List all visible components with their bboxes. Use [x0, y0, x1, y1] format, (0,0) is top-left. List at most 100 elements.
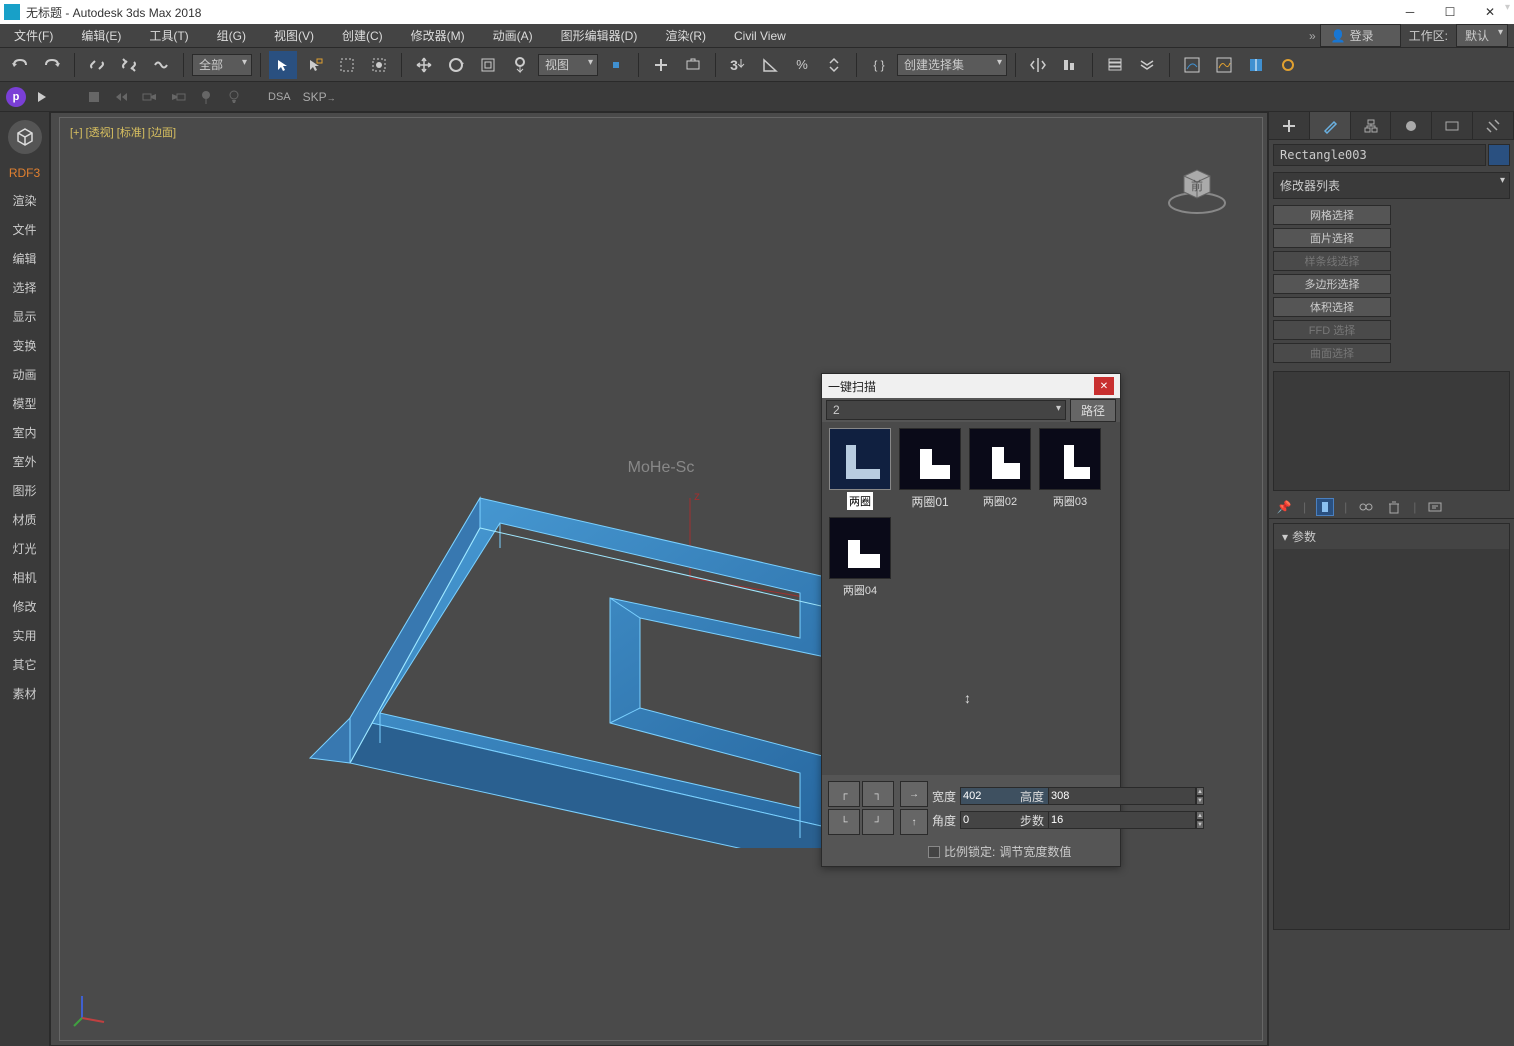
corner-bl-button[interactable]: └ — [828, 809, 860, 835]
menu-render[interactable]: 渲染(R) — [651, 24, 720, 47]
plugin-badge[interactable]: p — [6, 87, 26, 107]
sidebar-item-anim[interactable]: 动画 — [8, 360, 40, 389]
steps-spinner[interactable]: ▲▼ — [1048, 811, 1104, 829]
dialog-path-button[interactable]: 路径 — [1070, 399, 1116, 422]
sel-patch-button[interactable]: 面片选择 — [1273, 228, 1391, 248]
login-button[interactable]: 👤 登录 — [1320, 24, 1401, 47]
schematic-view-button[interactable] — [1210, 51, 1238, 79]
placement-button[interactable] — [506, 51, 534, 79]
object-color-swatch[interactable] — [1488, 144, 1510, 166]
viewport[interactable]: [+] [透视] [标准] [边面] MoHe-Sc 前 z — [50, 112, 1268, 1046]
overflow-icon[interactable]: » — [1305, 29, 1320, 43]
view-cube[interactable]: 前 — [1162, 148, 1232, 218]
stop-button[interactable] — [82, 85, 106, 109]
tab-display[interactable] — [1432, 112, 1473, 139]
keyboard-shortcut-button[interactable] — [679, 51, 707, 79]
profile-tile-2[interactable]: 两圈02 — [968, 428, 1032, 511]
sidebar-item-shapes[interactable]: 图形 — [8, 476, 40, 505]
snap-toggle-button[interactable]: 3 — [724, 51, 752, 79]
ribbon-toggle-button[interactable] — [1133, 51, 1161, 79]
corner-tr-button[interactable]: ┐ — [862, 781, 894, 807]
angle-snap-button[interactable] — [756, 51, 784, 79]
percent-snap-button[interactable]: % — [788, 51, 816, 79]
configure-sets-button[interactable] — [1426, 498, 1444, 516]
unlink-button[interactable] — [115, 51, 143, 79]
tab-hierarchy[interactable] — [1351, 112, 1392, 139]
pin-stack-button[interactable]: 📌 — [1275, 498, 1293, 516]
viewport-label[interactable]: [+] [透视] [标准] [边面] — [70, 124, 176, 140]
maximize-button[interactable]: ☐ — [1430, 0, 1470, 24]
undo-button[interactable] — [6, 51, 34, 79]
mirror-button[interactable] — [1024, 51, 1052, 79]
sidebar-item-other[interactable]: 其它 — [8, 650, 40, 679]
minimize-button[interactable]: ─ — [1390, 0, 1430, 24]
select-object-button[interactable] — [269, 51, 297, 79]
menu-graph[interactable]: 图形编辑器(D) — [547, 24, 652, 47]
sidebar-item-display[interactable]: 显示 — [8, 302, 40, 331]
sidebar-item-utility[interactable]: 实用 — [8, 621, 40, 650]
window-crossing-button[interactable] — [365, 51, 393, 79]
link-button[interactable] — [83, 51, 111, 79]
skp-button[interactable]: SKP→ — [299, 90, 340, 104]
sidebar-item-exterior[interactable]: 室外 — [8, 447, 40, 476]
cam-next-button[interactable] — [166, 85, 190, 109]
sel-mesh-button[interactable]: 网格选择 — [1273, 205, 1391, 225]
marker-button[interactable] — [194, 85, 218, 109]
dialog-close-button[interactable]: ✕ — [1094, 377, 1114, 395]
sidebar-logo[interactable] — [8, 120, 42, 154]
selection-filter[interactable]: 全部 — [192, 54, 252, 76]
sidebar-item-interior[interactable]: 室内 — [8, 418, 40, 447]
menu-tools[interactable]: 工具(T) — [135, 24, 202, 47]
menu-group[interactable]: 组(G) — [203, 24, 260, 47]
sidebar-item-model[interactable]: 模型 — [8, 389, 40, 418]
tab-modify[interactable] — [1310, 112, 1351, 139]
curve-editor-button[interactable] — [1178, 51, 1206, 79]
align-button[interactable] — [1056, 51, 1084, 79]
sidebar-item-file[interactable]: 文件 — [8, 215, 40, 244]
scale-button[interactable] — [474, 51, 502, 79]
menu-file[interactable]: 文件(F) — [0, 24, 67, 47]
select-region-rect-button[interactable] — [333, 51, 361, 79]
profile-tile-0[interactable]: 两圈 — [828, 428, 892, 511]
workspace-selector[interactable]: 默认 — [1456, 24, 1508, 47]
menu-anim[interactable]: 动画(A) — [479, 24, 547, 47]
menu-create[interactable]: 创建(C) — [328, 24, 397, 47]
object-name-input[interactable] — [1273, 144, 1486, 166]
tab-motion[interactable] — [1391, 112, 1432, 139]
sidebar-item-edit[interactable]: 编辑 — [8, 244, 40, 273]
bind-spacewarp-button[interactable] — [147, 51, 175, 79]
corner-tl-button[interactable]: ┌ — [828, 781, 860, 807]
arrow-right-button[interactable]: → — [900, 781, 928, 807]
dialog-titlebar[interactable]: 一键扫描 ✕ — [822, 374, 1120, 398]
angle-spinner[interactable]: ▲▼ — [960, 811, 1016, 829]
profile-tile-4[interactable]: 两圈04 — [828, 517, 892, 599]
named-selection-set[interactable]: 创建选择集 — [897, 54, 1007, 76]
render-setup-button[interactable] — [1274, 51, 1302, 79]
make-unique-button[interactable] — [1357, 498, 1375, 516]
ref-coord-system[interactable]: 视图 — [538, 54, 598, 76]
tab-utilities[interactable] — [1473, 112, 1514, 139]
arrow-up-button[interactable]: ↑ — [900, 809, 928, 835]
corner-br-button[interactable]: ┘ — [862, 809, 894, 835]
move-button[interactable] — [410, 51, 438, 79]
layer-manager-button[interactable] — [1101, 51, 1129, 79]
sel-volume-button[interactable]: 体积选择 — [1273, 297, 1391, 317]
dialog-category-select[interactable]: 2 — [826, 400, 1066, 420]
sidebar-item-select[interactable]: 选择 — [8, 273, 40, 302]
sel-poly-button[interactable]: 多边形选择 — [1273, 274, 1391, 294]
resize-handle-icon[interactable]: ↕ — [964, 690, 971, 706]
remove-modifier-button[interactable] — [1385, 498, 1403, 516]
height-spinner[interactable]: ▲▼ — [1048, 787, 1104, 805]
show-end-result-button[interactable] — [1316, 498, 1334, 516]
named-sel-edit-button[interactable]: { } — [865, 51, 893, 79]
params-rollout-header[interactable]: ▾ 参数 — [1274, 524, 1509, 549]
prev-key-button[interactable] — [110, 85, 134, 109]
lock-ratio-checkbox[interactable] — [928, 846, 940, 858]
sidebar-item-rdf3[interactable]: RDF3 — [5, 160, 44, 186]
sidebar-item-material[interactable]: 材质 — [8, 505, 40, 534]
sidebar-item-modify[interactable]: 修改 — [8, 592, 40, 621]
modifier-stack[interactable] — [1273, 371, 1510, 491]
steps-input[interactable] — [1048, 811, 1196, 829]
sidebar-item-camera[interactable]: 相机 — [8, 563, 40, 592]
select-by-name-button[interactable] — [301, 51, 329, 79]
